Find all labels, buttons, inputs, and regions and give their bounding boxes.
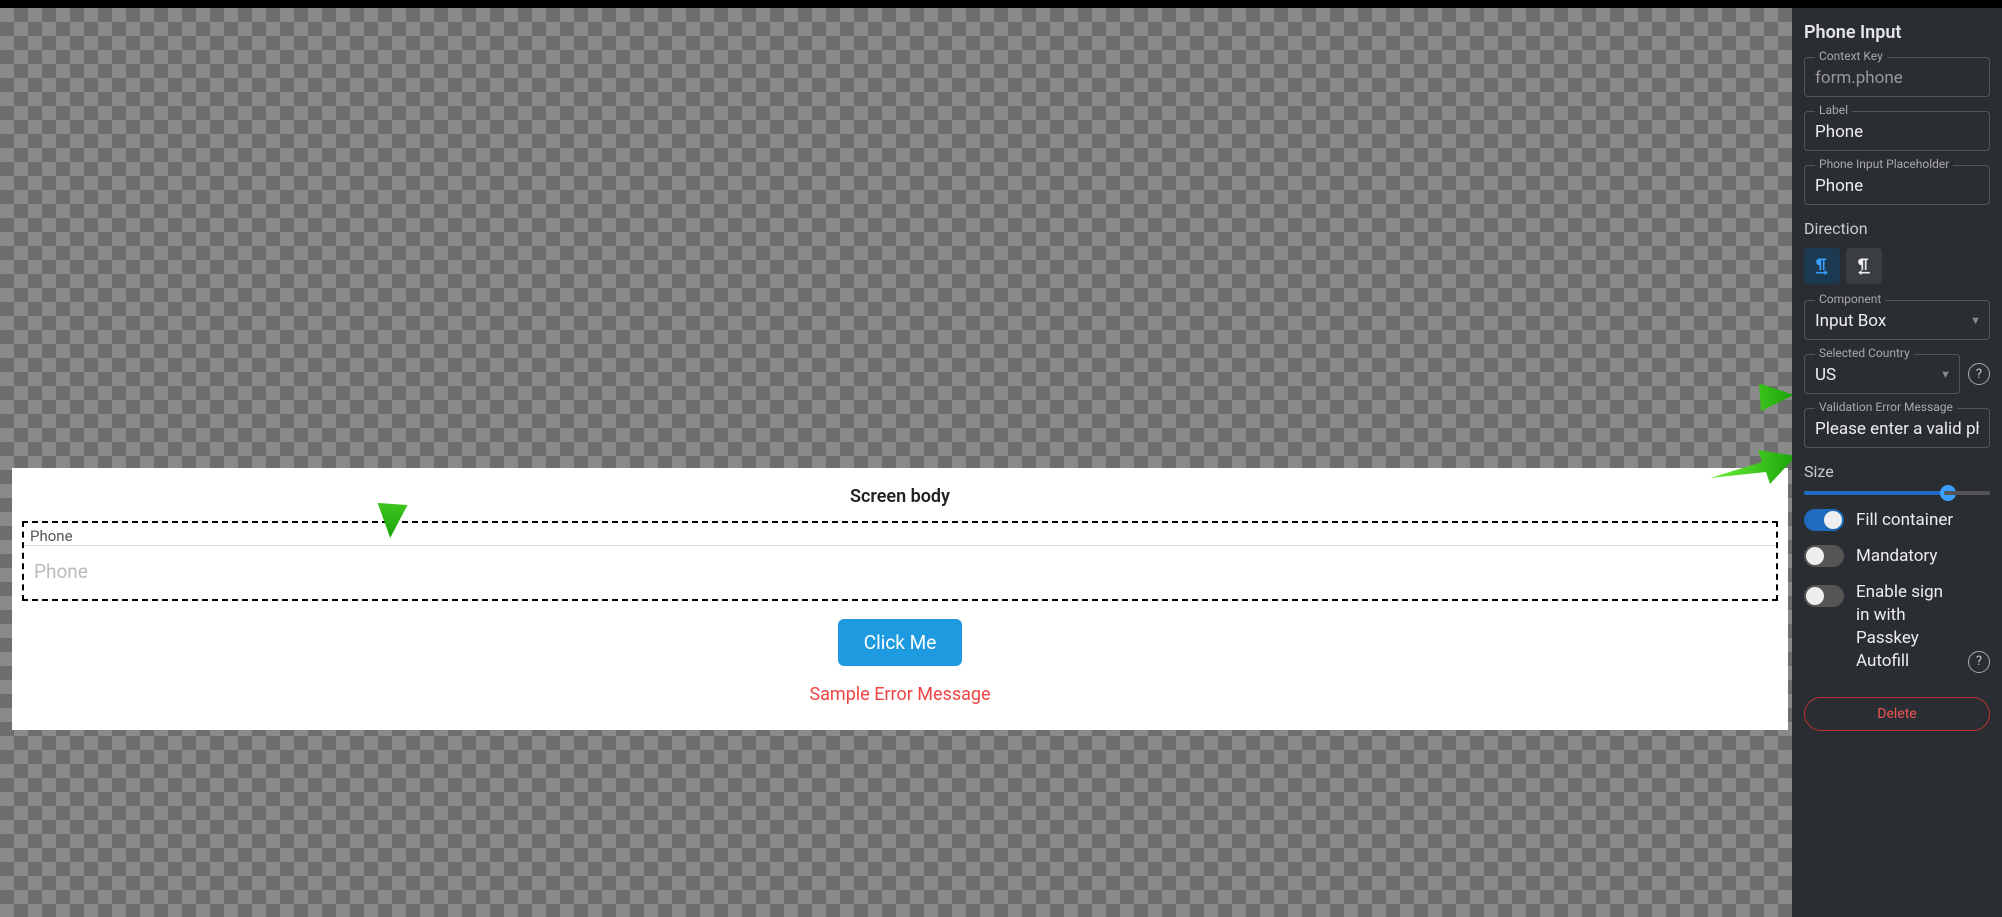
direction-buttons [1804, 248, 1990, 284]
properties-panel: Phone Input Context Key Label Phone Inpu… [1792, 8, 2002, 917]
chevron-down-icon: ▼ [1970, 314, 1981, 327]
panel-title: Phone Input [1804, 22, 1990, 43]
context-key-field[interactable]: Context Key [1804, 57, 1990, 97]
placeholder-field-input[interactable] [1805, 166, 1989, 204]
phone-input[interactable] [24, 546, 1776, 599]
app-root: Screen body Phone Click Me Sample Error … [0, 0, 2002, 917]
design-canvas[interactable]: Screen body Phone Click Me Sample Error … [0, 8, 1792, 917]
context-key-input[interactable] [1805, 58, 1989, 96]
selected-country-value: US [1805, 355, 1846, 393]
context-key-label: Context Key [1815, 49, 1887, 63]
direction-label: Direction [1804, 219, 1990, 238]
placeholder-field[interactable]: Phone Input Placeholder [1804, 165, 1990, 205]
screen-body-title: Screen body [12, 486, 1788, 521]
selected-country-label: Selected Country [1815, 346, 1914, 360]
fill-container-toggle[interactable] [1804, 509, 1844, 531]
phone-field-preview[interactable]: Phone [22, 521, 1778, 601]
fill-container-row: Fill container [1804, 509, 1990, 531]
validation-error-input[interactable] [1805, 409, 1989, 447]
placeholder-field-label: Phone Input Placeholder [1815, 157, 1953, 171]
component-select-value: Input Box [1805, 301, 1896, 339]
button-row: Click Me [12, 601, 1788, 666]
pilcrow-rtl-icon [1854, 256, 1874, 276]
size-label: Size [1804, 462, 1990, 481]
passkey-row: Enable sign in with Passkey Autofill ? [1804, 581, 1990, 673]
pilcrow-ltr-icon [1812, 256, 1832, 276]
label-field-label: Label [1815, 103, 1852, 117]
direction-rtl-button[interactable] [1846, 248, 1882, 284]
validation-error-label: Validation Error Message [1815, 400, 1957, 414]
help-icon[interactable]: ? [1968, 651, 1990, 673]
mandatory-row: Mandatory [1804, 545, 1990, 567]
screen-body-preview: Screen body Phone Click Me Sample Error … [12, 468, 1788, 730]
size-slider-track [1804, 491, 1990, 495]
phone-field-label: Phone [24, 523, 1776, 546]
delete-button[interactable]: Delete [1804, 697, 1990, 731]
passkey-toggle[interactable] [1804, 585, 1844, 607]
validation-error-field[interactable]: Validation Error Message [1804, 408, 1990, 448]
error-row: Sample Error Message [12, 666, 1788, 705]
chevron-down-icon: ▼ [1940, 368, 1951, 381]
direction-ltr-button[interactable] [1804, 248, 1840, 284]
selected-country-select[interactable]: Selected Country US ▼ [1804, 354, 1960, 394]
component-select-label: Component [1815, 292, 1885, 306]
window-top-strip [0, 0, 2002, 8]
mandatory-label: Mandatory [1856, 546, 1937, 566]
size-slider[interactable] [1804, 491, 1990, 495]
mandatory-toggle[interactable] [1804, 545, 1844, 567]
label-field[interactable]: Label [1804, 111, 1990, 151]
click-me-button[interactable]: Click Me [838, 619, 963, 666]
sample-error-message: Sample Error Message [809, 684, 990, 705]
passkey-label: Enable sign in with Passkey Autofill [1856, 581, 1960, 673]
fill-container-label: Fill container [1856, 510, 1953, 530]
component-select[interactable]: Component Input Box ▼ [1804, 300, 1990, 340]
label-field-input[interactable] [1805, 112, 1989, 150]
annotation-arrow-right-1-icon [1704, 378, 1794, 418]
size-slider-thumb[interactable] [1940, 485, 1956, 501]
help-icon[interactable]: ? [1968, 363, 1990, 385]
